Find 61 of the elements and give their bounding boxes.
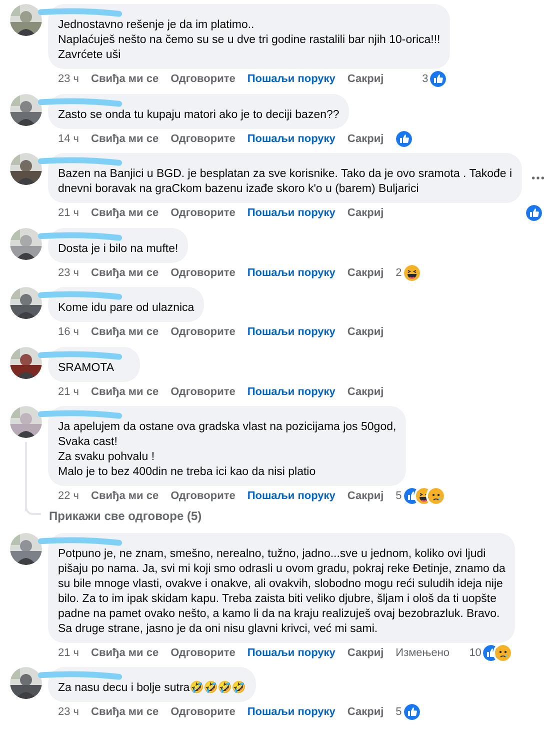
hide-link[interactable]: Сакриј bbox=[347, 644, 384, 661]
comment-text: Zasto se onda tu kupaju matori ako je to deciji bazen?? bbox=[58, 108, 340, 122]
comment-text: Ja apelujem da ostane ova gradska vlast na pozicijama jos 50god, Svaka cast! Za svaku pohvalu ! Malo je to bez 400din ne treba ici kao da nisi platio bbox=[58, 420, 396, 480]
hide-link[interactable]: Сакриј bbox=[347, 704, 384, 720]
show-replies-link[interactable]: Прикажи све одговоре (5) bbox=[49, 506, 202, 524]
comment-text: Dosta je i bilo na mufte! bbox=[58, 242, 178, 256]
like-link[interactable]: Свиђа ми се bbox=[91, 324, 159, 340]
hide-link[interactable]: Сакриј bbox=[347, 130, 384, 147]
send-message-link[interactable]: Пошаљи поруку bbox=[247, 384, 336, 400]
send-message-link[interactable]: Пошаљи поруку bbox=[247, 324, 336, 340]
send-message-link[interactable]: Пошаљи поруку bbox=[247, 205, 336, 222]
timestamp: 23 ч bbox=[58, 705, 80, 720]
send-message-link[interactable]: Пошаљи поруку bbox=[247, 264, 336, 281]
reply-link[interactable]: Одговорите bbox=[170, 130, 236, 147]
hide-link[interactable]: Сакриј bbox=[347, 324, 384, 340]
reply-link[interactable]: Одговорите bbox=[170, 704, 236, 720]
reply-link[interactable]: Одговорите bbox=[170, 488, 236, 504]
like-link[interactable]: Свиђа ми се bbox=[91, 644, 159, 661]
reply-link[interactable]: Одговорите bbox=[170, 71, 236, 88]
reply-link[interactable]: Одговорите bbox=[170, 324, 236, 340]
comment-text: Jednostavno rešenje je da im platimo.. Naplaćuješ nešto na čemo su se u dve tri godine rastalili bar njih 10-orica!!! Zavrćete uši bbox=[58, 18, 440, 63]
timestamp: 21 ч bbox=[58, 206, 80, 221]
hide-link[interactable]: Сакриј bbox=[347, 264, 384, 281]
like-link[interactable]: Свиђа ми се bbox=[91, 130, 159, 147]
hide-link[interactable]: Сакриј bbox=[347, 71, 384, 88]
reply-link[interactable]: Одговорите bbox=[170, 205, 236, 222]
send-message-link[interactable]: Пошаљи поруку bbox=[247, 71, 336, 88]
edited-label: Измењено bbox=[396, 646, 450, 660]
like-link[interactable]: Свиђа ми се bbox=[91, 205, 159, 222]
reaction-count: 3 bbox=[422, 72, 428, 87]
send-message-link[interactable]: Пошаљи поруку bbox=[247, 644, 336, 661]
like-link[interactable]: Свиђа ми се bbox=[91, 384, 159, 400]
reaction-count: 5 bbox=[396, 705, 402, 720]
like-link[interactable]: Свиђа ми се bbox=[91, 264, 159, 281]
hide-link[interactable]: Сакриј bbox=[347, 384, 384, 400]
hide-link[interactable]: Сакриј bbox=[347, 488, 384, 504]
reaction-count: 5 bbox=[396, 489, 402, 504]
reaction-count: 2 bbox=[396, 266, 402, 280]
reply-link[interactable]: Одговорите bbox=[170, 264, 236, 281]
comment-text: Potpuno je, ne znam, smešno, nerealno, tužno, jadno...sve u jednom, koliko ovi ljudi pišaju po nama. Ja, svi mi koji smo odrasli u ovom gradu, pokraj reke Đetinje, znamo da su bile mnoge vlasti, ovakve i onakve, ali ovakvih, slobodno mogu reći suludih ideja nije bilo. Za to im ipak skidam kapu. Treba zaista biti veliko djubre, šljam i ološ da ti uopšte padne na pamet ovako nešto, a kamo li da na kraju realizuješ ovaj bezobrazluk. Bravo. Sa druge strane, jasno je da oni nisu glavni krivci, već mi sami. bbox=[58, 546, 506, 636]
hide-link[interactable]: Сакриј bbox=[347, 205, 384, 222]
like-link[interactable]: Свиђа ми се bbox=[91, 71, 159, 88]
reaction-count: 10 bbox=[469, 646, 482, 660]
send-message-link[interactable]: Пошаљи поруку bbox=[247, 130, 336, 147]
comment-text: Bazen na Banjici u BGD. je besplatan za sve korisnike. Tako da je ovo sramota . Takođe i dnevni boravak na graCkom bazenu izađe skoro k'o u (barem) Buljarici bbox=[58, 167, 512, 197]
timestamp: 21 ч bbox=[58, 384, 80, 400]
send-message-link[interactable]: Пошаљи поруку bbox=[247, 488, 336, 504]
timestamp: 21 ч bbox=[58, 646, 80, 660]
like-link[interactable]: Свиђа ми се bbox=[91, 704, 159, 720]
timestamp: 23 ч bbox=[58, 72, 80, 87]
comment-text: SRAMOTA bbox=[58, 360, 116, 376]
comment-text: Kome idu pare od ulaznica bbox=[58, 301, 194, 316]
send-message-link[interactable]: Пошаљи поруку bbox=[247, 704, 336, 720]
reply-link[interactable]: Одговорите bbox=[170, 384, 236, 400]
timestamp: 14 ч bbox=[58, 132, 80, 146]
comment-text: Za nasu decu i bolje sutra🤣🤣🤣🤣 bbox=[58, 681, 246, 696]
timestamp: 23 ч bbox=[58, 266, 80, 280]
timestamp: 16 ч bbox=[58, 325, 80, 340]
like-link[interactable]: Свиђа ми се bbox=[91, 488, 159, 504]
reply-link[interactable]: Одговорите bbox=[170, 644, 236, 661]
timestamp: 22 ч bbox=[58, 489, 80, 504]
